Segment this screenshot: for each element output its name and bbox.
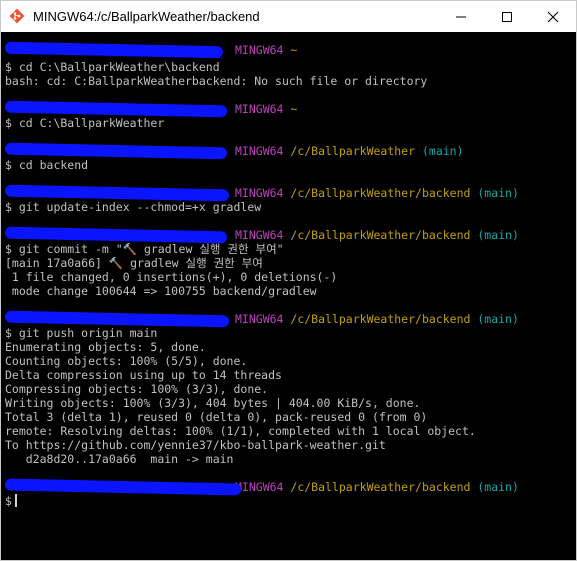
output-line: d2a8d20..17a0a66 main -> main (5, 452, 234, 466)
output-line: Writing objects: 100% (3/3), 404 bytes |… (5, 396, 421, 410)
output-line: mode change 100644 => 100755 backend/gra… (5, 284, 317, 298)
maximize-button[interactable] (484, 1, 530, 32)
output-line: Delta compression using up to 14 threads (5, 368, 282, 382)
command-line: $ git commit -m "🔨 gradlew 실행 권한 부여" (5, 242, 284, 256)
prompt-env: MINGW64 (235, 43, 284, 57)
output-line: Counting objects: 100% (5/5), done. (5, 354, 248, 368)
prompt-branch: (main) (477, 186, 519, 200)
prompt-path: /c/BallparkWeather/backend (290, 312, 471, 326)
maximize-icon (502, 11, 512, 22)
command-line: $ cd C:\BallparkWeather\backend (5, 60, 220, 74)
close-button[interactable] (530, 1, 576, 32)
output-line: 1 file changed, 0 insertions(+), 0 delet… (5, 270, 338, 284)
text-cursor (14, 494, 17, 507)
command-line: $ cd C:\BallparkWeather (5, 116, 165, 130)
prompt-path: /c/BallparkWeather/backend (290, 480, 471, 494)
current-prompt-line[interactable]: $ (5, 494, 17, 508)
prompt-env: MINGW64 (235, 228, 284, 242)
mingw-git-icon (9, 8, 25, 24)
prompt-branch: (main) (477, 228, 519, 242)
output-line: Enumerating objects: 5, done. (5, 340, 206, 354)
prompt-branch: (main) (421, 144, 464, 158)
output-line: To https://github.com/yennie37/kbo-ballp… (5, 438, 386, 452)
close-icon (547, 11, 559, 22)
minimize-button[interactable] (438, 1, 484, 32)
output-line: bash: cd: C:BallparkWeatherbackend: No s… (5, 74, 428, 88)
output-line: Compressing objects: 100% (3/3), done. (5, 382, 269, 396)
output-line: remote: Resolving deltas: 100% (1/1), co… (5, 424, 476, 438)
prompt-env: MINGW64 (235, 480, 284, 494)
prompt-path: /c/BallparkWeather (290, 144, 416, 158)
output-line: Total 3 (delta 1), reused 0 (delta 0), p… (5, 410, 428, 424)
prompt-env: MINGW64 (235, 186, 284, 200)
window-title: MINGW64:/c/BallparkWeather/backend (33, 9, 260, 24)
terminal-window: MINGW64:/c/BallparkWeather/backend MINGW… (0, 0, 577, 561)
command-line: $ git push origin main (5, 326, 158, 340)
minimize-icon (456, 16, 466, 17)
prompt-path: /c/BallparkWeather/backend (290, 228, 471, 242)
command-line: $ git update-index --chmod=+x gradlew (5, 200, 262, 214)
output-line: [main 17a0a66] 🔨 gradlew 실행 권한 부여 (5, 256, 263, 270)
terminal-output[interactable]: MINGW64 ~ $ cd C:\BallparkWeather\backen… (1, 32, 576, 560)
prompt-symbol: $ (5, 494, 12, 508)
prompt-branch: (main) (477, 312, 519, 326)
prompt-path: /c/BallparkWeather/backend (290, 186, 471, 200)
prompt-env: MINGW64 (235, 102, 284, 116)
title-bar[interactable]: MINGW64:/c/BallparkWeather/backend (1, 1, 576, 32)
prompt-path: ~ (290, 102, 298, 116)
prompt-branch: (main) (477, 480, 519, 494)
command-line: $ cd backend (5, 158, 89, 172)
prompt-path: ~ (290, 43, 298, 57)
prompt-env: MINGW64 (235, 312, 284, 326)
prompt-env: MINGW64 (235, 144, 284, 158)
